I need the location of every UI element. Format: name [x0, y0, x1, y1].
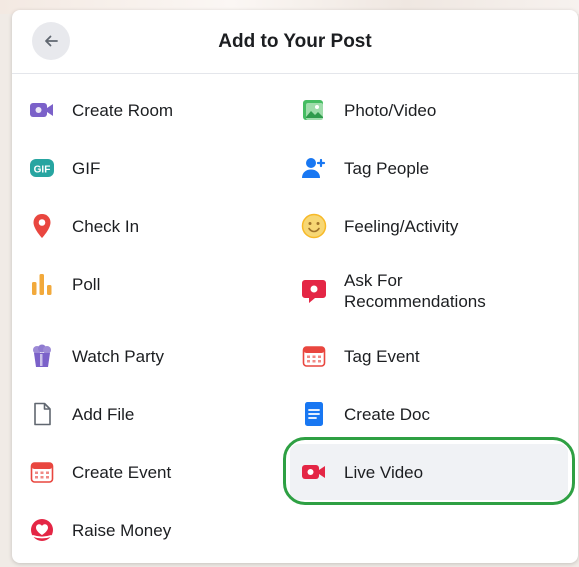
back-button[interactable]: [32, 22, 70, 60]
option-create-event[interactable]: Create Event: [28, 447, 288, 497]
add-to-post-dialog: Add to Your Post Create Room GIF GIF Che…: [12, 10, 578, 563]
option-ask-for-recommendations[interactable]: Ask For Recommendations: [300, 262, 564, 320]
highlight-annotation-ring: [283, 437, 575, 505]
option-raise-money[interactable]: Raise Money: [28, 505, 288, 555]
option-watch-party[interactable]: Watch Party: [28, 331, 288, 381]
option-label: Create Event: [72, 462, 172, 482]
option-label: Watch Party: [72, 346, 164, 366]
option-label: Poll: [72, 274, 101, 294]
video-camera-icon: [28, 96, 56, 124]
option-label: Feeling/Activity: [344, 216, 459, 236]
option-label: Raise Money: [72, 520, 172, 540]
recommendation-icon: [300, 277, 328, 305]
option-gif[interactable]: GIF GIF: [28, 143, 288, 193]
option-add-file[interactable]: Add File: [28, 389, 288, 439]
option-tag-event[interactable]: Tag Event: [300, 331, 564, 381]
option-label: Add File: [72, 404, 135, 424]
dialog-title: Add to Your Post: [218, 31, 372, 52]
option-feeling-activity[interactable]: Feeling/Activity: [300, 201, 564, 251]
calendar-icon: [300, 342, 328, 370]
option-label: Photo/Video: [344, 100, 437, 120]
heart-hands-icon: [28, 516, 56, 544]
tag-people-icon: [300, 154, 328, 182]
option-label: Tag Event: [344, 346, 420, 366]
dialog-header: Add to Your Post: [12, 10, 578, 74]
option-poll[interactable]: Poll: [28, 259, 288, 309]
smiley-icon: [300, 212, 328, 240]
photo-icon: [300, 96, 328, 124]
option-check-in[interactable]: Check In: [28, 201, 288, 251]
location-pin-icon: [28, 212, 56, 240]
popcorn-icon: [28, 342, 56, 370]
poll-icon: [28, 270, 56, 298]
gif-icon: GIF: [28, 154, 56, 182]
option-photo-video[interactable]: Photo/Video: [300, 85, 564, 135]
file-icon: [28, 400, 56, 428]
option-label: Create Room: [72, 100, 174, 120]
option-tag-people[interactable]: Tag People: [300, 143, 564, 193]
option-label: GIF: [72, 158, 101, 178]
option-label: Tag People: [344, 158, 430, 178]
option-label: Create Doc: [344, 404, 430, 424]
option-create-room[interactable]: Create Room: [28, 85, 288, 135]
option-label: Ask For Recommendations: [344, 271, 486, 311]
option-create-doc[interactable]: Create Doc: [300, 389, 564, 439]
calendar-icon: [28, 458, 56, 486]
document-icon: [300, 400, 328, 428]
option-label: Check In: [72, 216, 140, 236]
arrow-left-icon: [45, 35, 58, 47]
svg-text:GIF: GIF: [34, 165, 51, 176]
